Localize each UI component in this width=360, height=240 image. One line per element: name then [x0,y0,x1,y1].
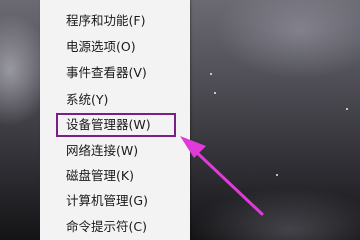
sparkle [210,73,212,75]
sparkle [346,108,348,110]
menu-item-command-prompt[interactable]: 命令提示符(C) [66,217,147,237]
menu-item-disk-management[interactable]: 磁盘管理(K) [66,166,134,186]
menu-item-network-connections[interactable]: 网络连接(W) [66,141,138,161]
sparkle [214,92,216,94]
menu-item-system[interactable]: 系统(Y) [66,90,108,110]
menu-item-power-options[interactable]: 电源选项(O) [66,37,136,57]
sparkle [276,174,278,176]
menu-item-computer-management[interactable]: 计算机管理(G) [66,191,148,211]
menu-item-programs-and-features[interactable]: 程序和功能(F) [66,11,145,31]
menu-item-event-viewer[interactable]: 事件查看器(V) [66,63,147,83]
highlight-box [56,113,176,137]
